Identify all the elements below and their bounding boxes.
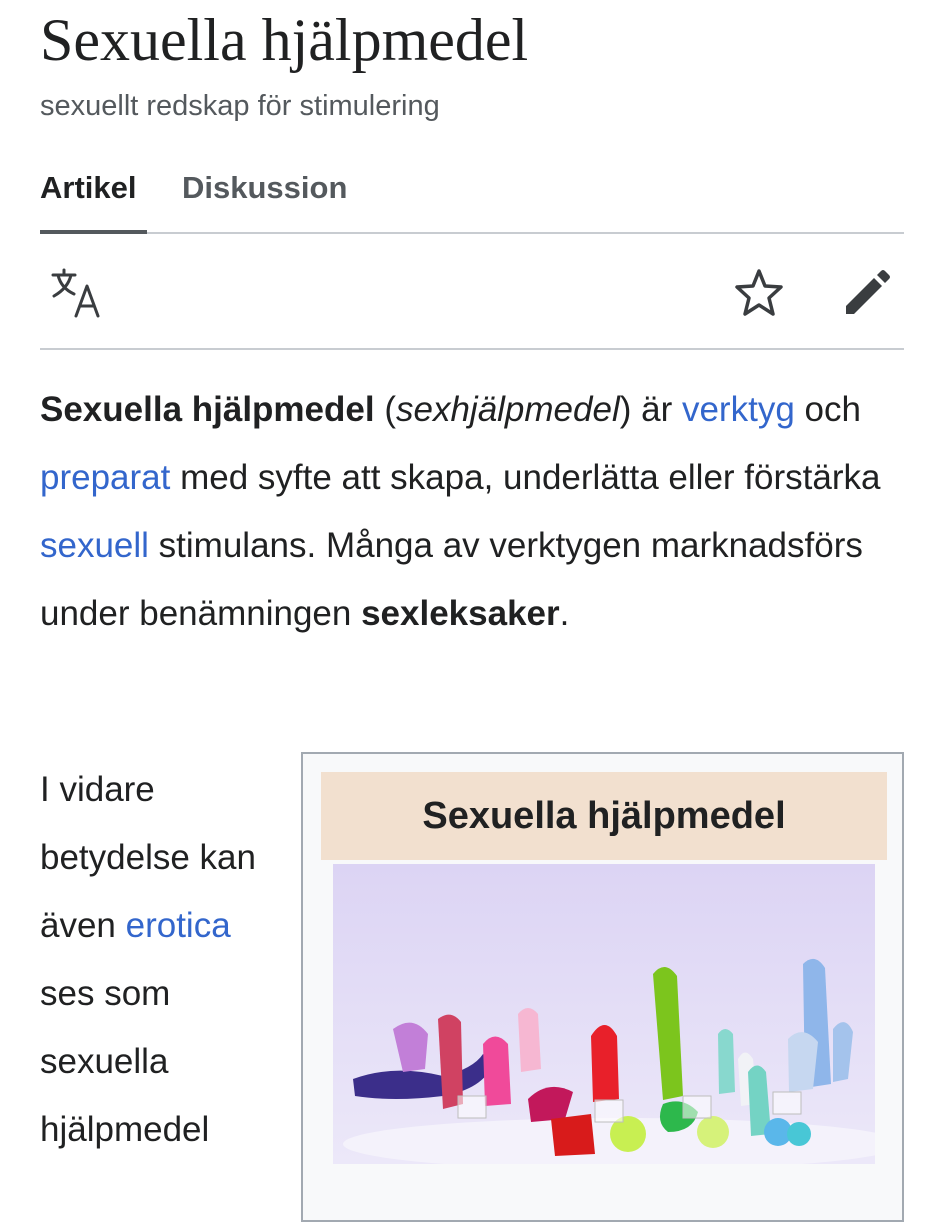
tab-bar: Artikel Diskussion <box>40 160 904 234</box>
lead-text: ) är <box>619 390 682 429</box>
infobox: Sexuella hjälpmedel <box>301 752 904 1222</box>
translate-icon[interactable] <box>50 266 104 320</box>
lead-bold-term: Sexuella hjälpmedel <box>40 390 375 429</box>
tab-artikel-label: Artikel <box>40 170 137 205</box>
lead-text: med syfte att skapa, underlätta eller fö… <box>170 458 881 497</box>
lead-text: och <box>794 390 861 429</box>
tab-diskussion-label: Diskussion <box>182 170 348 205</box>
lead-paragraph: Sexuella hjälpmedel (sexhjälpmedel) är v… <box>40 376 908 648</box>
pencil-icon[interactable] <box>840 266 894 320</box>
paragraph-text: ses som sexuella hjälpmedel <box>40 974 210 1149</box>
link-erotica[interactable]: erotica <box>126 906 231 945</box>
page-subtitle: sexuellt redskap för stimulering <box>40 90 440 122</box>
link-sexuell[interactable]: sexuell <box>40 526 149 565</box>
link-preparat[interactable]: preparat <box>40 458 170 497</box>
star-icon[interactable] <box>732 266 786 320</box>
tab-artikel[interactable]: Artikel <box>40 170 136 206</box>
lead-text: ( <box>374 390 396 429</box>
second-paragraph: I vidare betydelse kan även erotica ses … <box>40 756 290 1164</box>
sex-toys-photo <box>333 864 875 1164</box>
infobox-title: Sexuella hjälpmedel <box>321 772 887 860</box>
infobox-image[interactable] <box>333 864 875 1164</box>
tab-diskussion[interactable]: Diskussion <box>182 170 347 206</box>
link-verktyg[interactable]: verktyg <box>682 390 795 429</box>
lead-text: . <box>559 594 570 633</box>
page-title: Sexuella hjälpmedel <box>40 7 529 73</box>
lead-alt-term: sexhjälpmedel <box>395 390 620 429</box>
page-actions-toolbar <box>40 234 904 350</box>
lead-bold-term-2: sexleksaker <box>361 594 560 633</box>
